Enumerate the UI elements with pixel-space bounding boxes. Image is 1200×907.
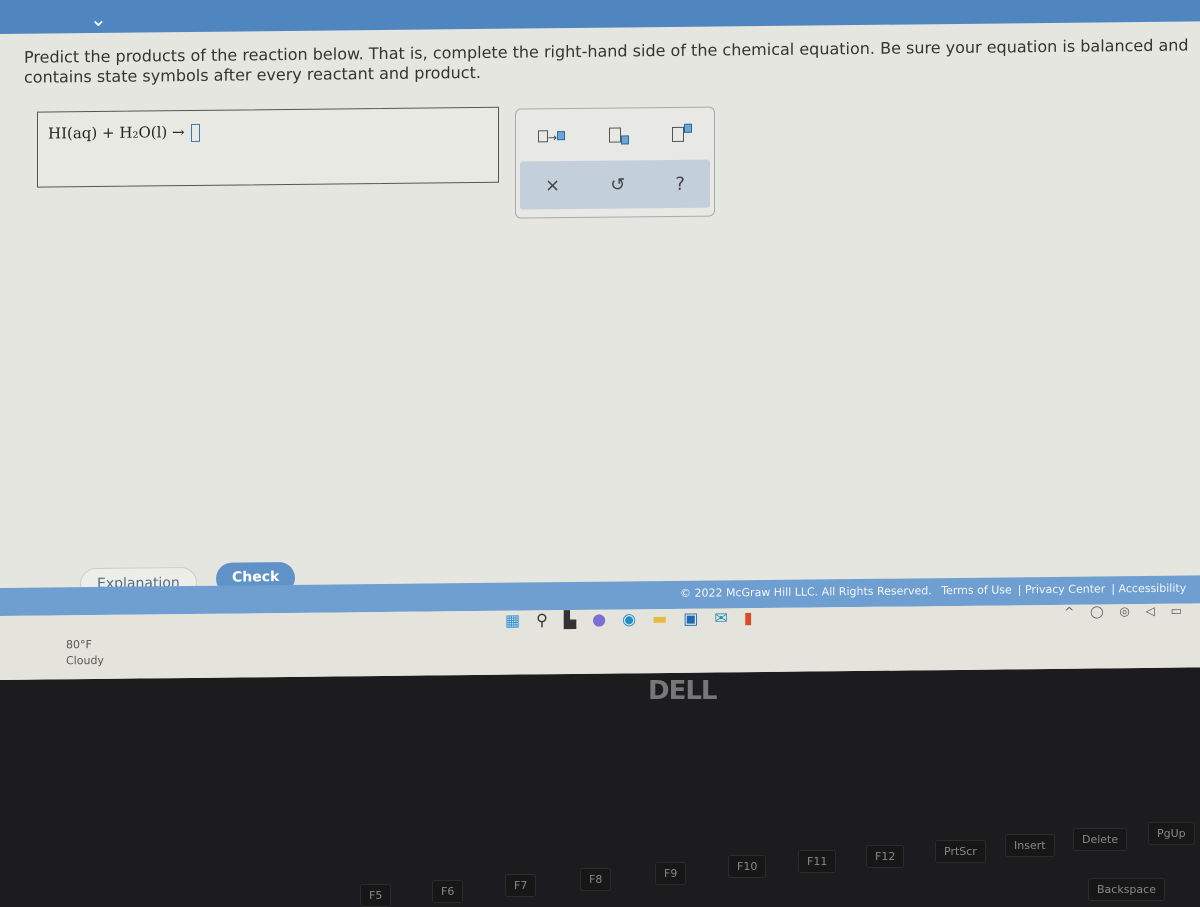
superscript-button[interactable] (672, 123, 693, 144)
undo-button[interactable]: ↺ (610, 174, 625, 195)
question-prompt: Predict the products of the reaction bel… (24, 35, 1189, 87)
key-f11: F11 (798, 850, 837, 873)
screen: ⌄ Predict the products of the reaction b… (0, 0, 1200, 681)
system-tray[interactable]: ^ ◯ ◎ ◁ ▭ (1064, 604, 1188, 619)
answer-input[interactable]: HI(aq) + H₂O(l) → (37, 106, 499, 188)
clear-button[interactable]: × (545, 175, 560, 196)
edge-browser-icon[interactable]: ◉ (622, 609, 636, 628)
chevron-down-icon[interactable]: ⌄ (90, 7, 107, 31)
subscript-button[interactable] (608, 124, 629, 145)
reaction-arrow-button[interactable]: → (537, 125, 566, 146)
key-f10: F10 (728, 855, 767, 878)
equation-reactants: HI(aq) + H₂O(l) → (48, 123, 185, 143)
equation-toolbar: → × ↺ ? (515, 106, 715, 219)
key-f8: F8 (580, 868, 612, 891)
dell-logo: DELL (648, 676, 717, 706)
key-prtscr: PrtScr (935, 840, 986, 863)
store-icon[interactable]: ▣ (683, 609, 698, 628)
input-cursor-box[interactable] (190, 123, 200, 143)
key-backspace: Backspace (1088, 878, 1165, 901)
key-f7: F7 (505, 874, 537, 897)
windows-start-icon[interactable]: ▦ (505, 611, 520, 630)
teams-chat-icon[interactable]: ● (592, 610, 606, 629)
privacy-link[interactable]: Privacy Center (1025, 582, 1105, 596)
weather-temp: 80°F (66, 638, 92, 652)
file-explorer-icon[interactable]: ▬ (652, 609, 667, 628)
task-view-icon[interactable]: ▙ (564, 610, 576, 629)
key-pgup: PgUp (1148, 822, 1195, 845)
weather-widget[interactable]: 80°F Cloudy (66, 637, 104, 669)
mail-icon[interactable]: ✉ (714, 608, 727, 627)
top-bar: ⌄ (0, 0, 1200, 34)
help-button[interactable]: ? (675, 173, 685, 194)
key-f9: F9 (655, 862, 687, 885)
key-f12: F12 (866, 845, 905, 868)
weather-condition: Cloudy (66, 653, 104, 668)
terms-link[interactable]: Terms of Use (941, 583, 1012, 597)
key-insert: Insert (1005, 834, 1055, 857)
office-icon[interactable]: ▮ (744, 608, 753, 627)
search-icon[interactable]: ⚲ (536, 610, 548, 629)
copyright: © 2022 McGraw Hill LLC. All Rights Reser… (680, 584, 932, 600)
key-f5: F5 (360, 884, 392, 907)
accessibility-link[interactable]: Accessibility (1119, 582, 1187, 596)
taskbar: 80°F Cloudy ▦ ⚲ ▙ ● ◉ ▬ ▣ ✉ ▮ ^ ◯ ◎ ◁ ▭ (0, 603, 1200, 680)
key-delete: Delete (1073, 828, 1128, 851)
